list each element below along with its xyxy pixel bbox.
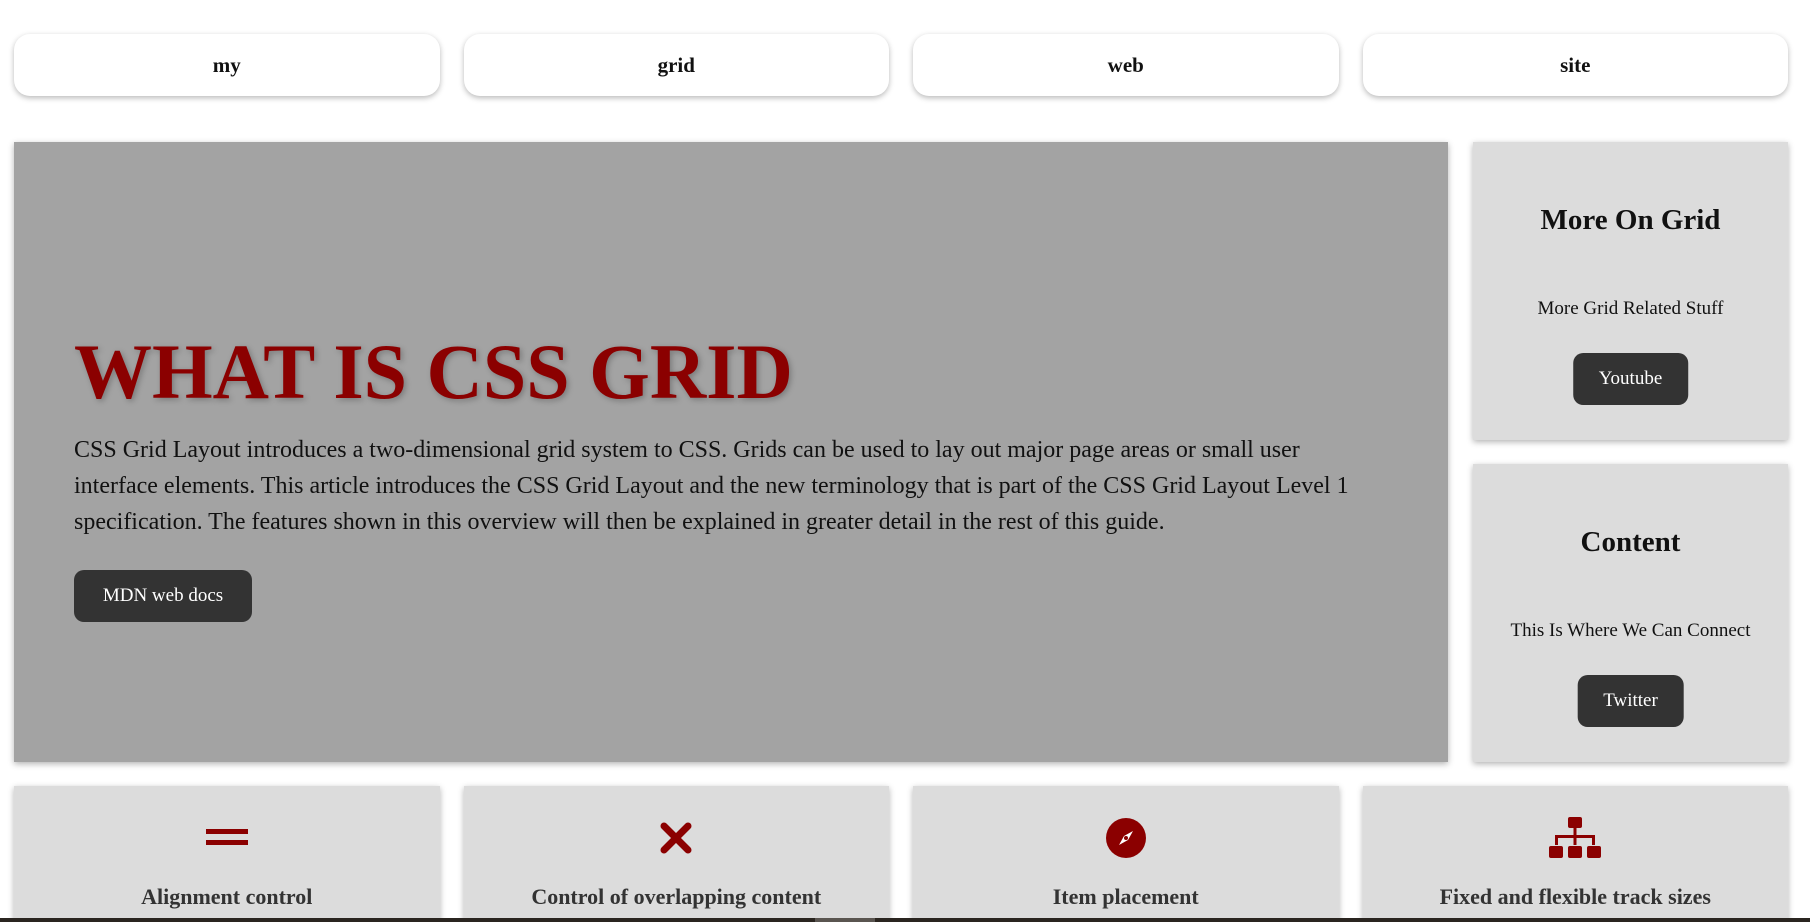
side-card-content: Content This Is Where We Can Connect Twi…: [1473, 464, 1788, 762]
side-card-title: Content: [1580, 526, 1681, 558]
sitemap-icon: [1549, 816, 1602, 860]
twitter-button[interactable]: Twitter: [1577, 675, 1684, 727]
nav-item-grid[interactable]: grid: [463, 34, 889, 96]
hero-description: CSS Grid Layout introduces a two-dimensi…: [74, 437, 1349, 535]
nav-item-my[interactable]: my: [14, 34, 440, 96]
mdn-web-docs-button[interactable]: MDN web docs: [74, 570, 252, 622]
youtube-button[interactable]: Youtube: [1572, 353, 1689, 405]
nav-item-web[interactable]: web: [913, 34, 1339, 96]
side-card-text: More Grid Related Stuff: [1537, 298, 1724, 319]
feature-label: Fixed and flexible track sizes: [1439, 884, 1711, 909]
feature-card-track-sizes: Fixed and flexible track sizes: [1362, 786, 1788, 922]
feature-label: Item placement: [1052, 884, 1199, 909]
top-nav: my grid web site: [14, 34, 1788, 96]
nav-item-site[interactable]: site: [1362, 34, 1788, 96]
times-icon: [650, 816, 702, 860]
feature-label: Alignment control: [141, 884, 313, 909]
compass-icon: [1100, 816, 1152, 860]
feature-label: Control of overlapping content: [531, 884, 822, 909]
side-card-text: This Is Where We Can Connect: [1510, 620, 1751, 641]
hero-section: WHAT IS CSS GRID CSS Grid Layout introdu…: [14, 142, 1448, 762]
hero-title: WHAT IS CSS GRID: [74, 328, 793, 415]
hero-content: WHAT IS CSS GRID CSS Grid Layout introdu…: [74, 330, 1374, 622]
feature-card-overlapping: Control of overlapping content: [463, 786, 889, 922]
bottom-strip-segment: [815, 918, 875, 922]
feature-card-alignment: Alignment control: [14, 786, 440, 922]
side-card-more-on-grid: More On Grid More Grid Related Stuff You…: [1473, 142, 1788, 440]
bottom-strip: [0, 918, 1810, 922]
feature-card-item-placement: Item placement: [913, 786, 1339, 922]
features-row: Alignment control Control of overlapping…: [14, 786, 1788, 922]
equals-icon: [201, 816, 253, 860]
side-card-title: More On Grid: [1540, 204, 1721, 236]
